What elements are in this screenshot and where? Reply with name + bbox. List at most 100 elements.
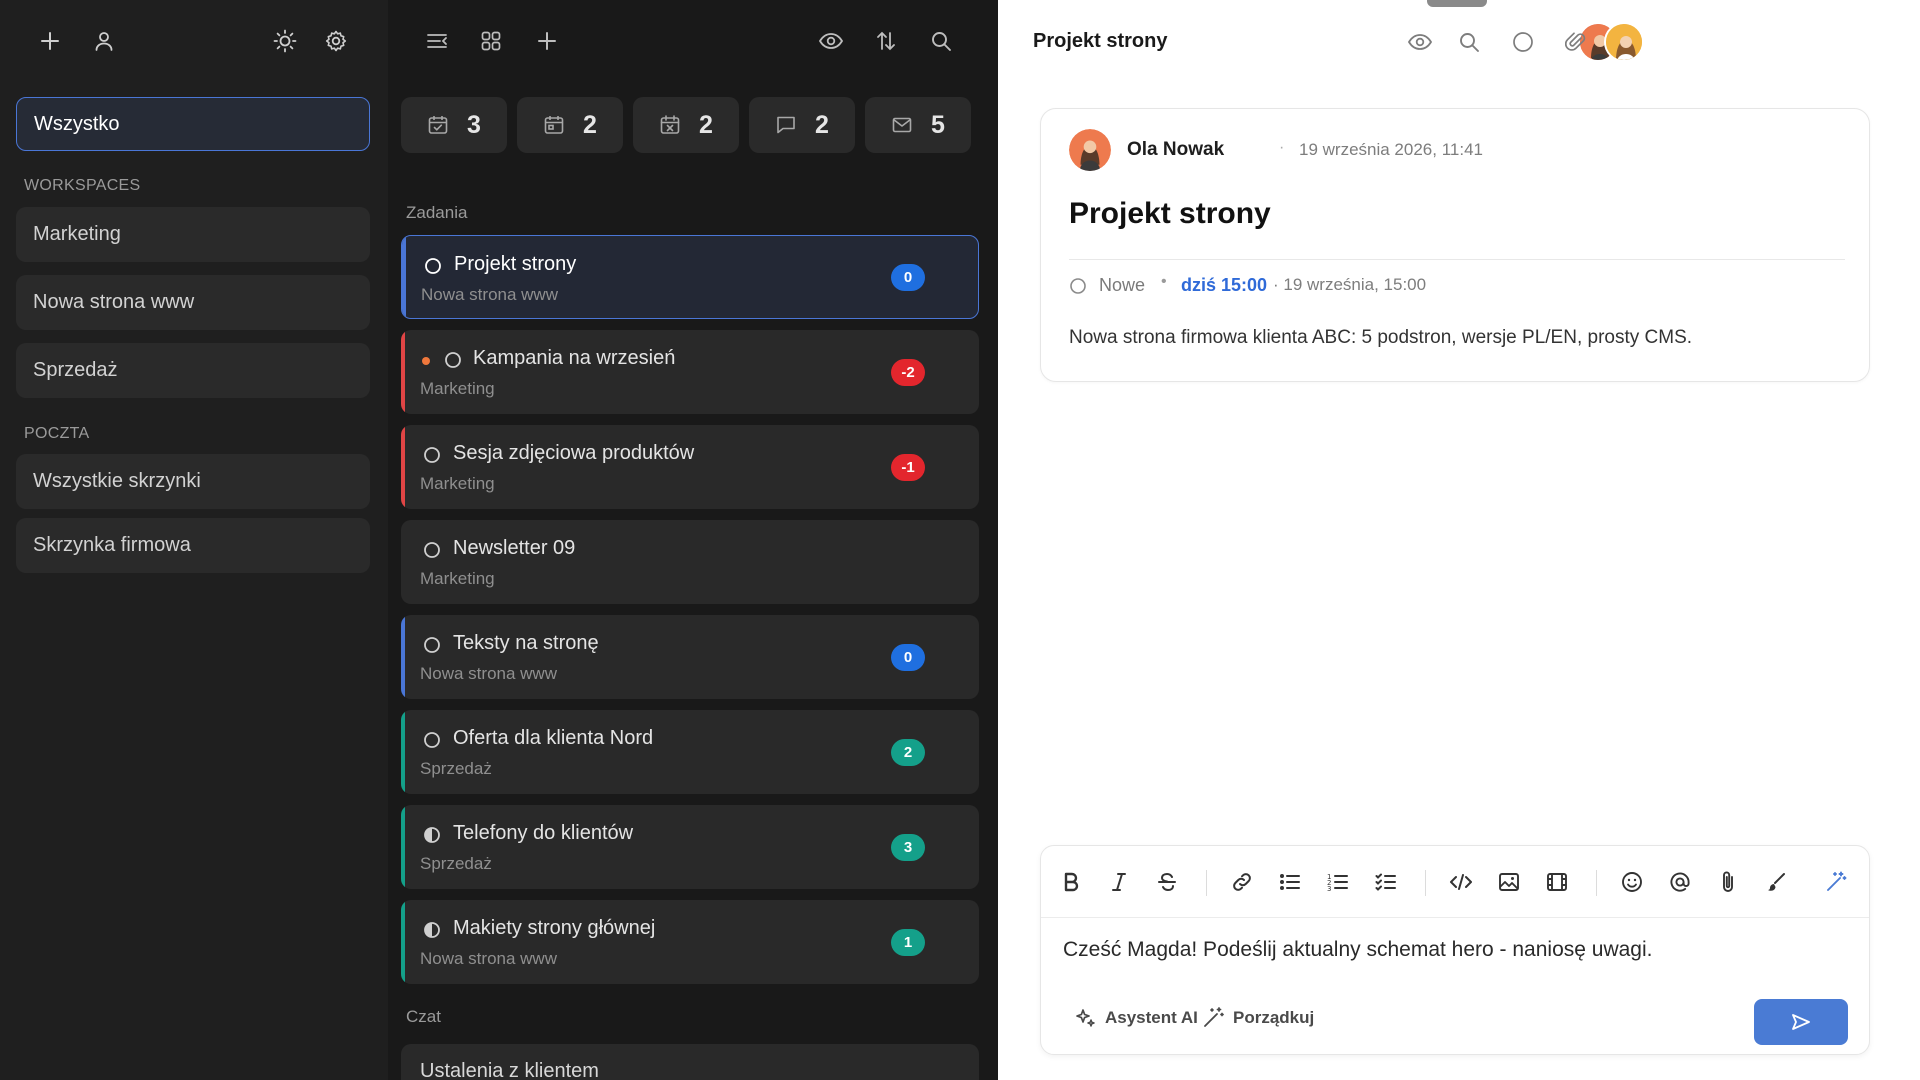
page-title: Projekt strony [1033,30,1168,52]
half-circle-icon[interactable] [423,826,441,844]
brush-icon[interactable] [1760,866,1792,898]
task-workspace: Sprzedaż [420,854,492,873]
toolbar-separator [1596,870,1597,896]
italic-icon[interactable] [1103,866,1135,898]
checklist-icon[interactable] [1370,866,1402,898]
magic-wand-icon [1201,1006,1225,1030]
task-row[interactable]: Kampania na wrzesień Marketing -2 [401,330,979,414]
collapse-menu-icon[interactable] [420,24,454,58]
add-icon[interactable] [33,24,67,58]
meta-separator: · [1279,139,1285,156]
chat-heading: Czat [406,1007,441,1026]
image-icon[interactable] [1493,866,1525,898]
task-row[interactable]: Newsletter 09 Marketing [401,520,979,604]
task-workspace: Nowa strona www [420,949,557,968]
circle-icon[interactable] [423,446,441,464]
mail-icon [891,114,913,136]
circle-icon[interactable] [1069,277,1087,295]
circle-icon[interactable] [423,541,441,559]
circle-icon[interactable] [423,731,441,749]
calendar-check-icon [427,114,449,136]
sidebar-item-sprzedaz[interactable]: Sprzedaż [16,343,370,398]
task-row[interactable]: Teksty na stronę Nowa strona www 0 [401,615,979,699]
grid-icon[interactable] [474,24,508,58]
magic-wand-icon[interactable] [1820,866,1852,898]
task-title: Makiety strony głównej [453,917,656,939]
task-card: Ola Nowak · 19 września 2026, 11:41 Proj… [1040,108,1870,382]
counter-value: 2 [815,110,829,139]
bold-icon[interactable] [1055,866,1087,898]
task-row[interactable]: Oferta dla klienta Nord Sprzedaż 2 [401,710,979,794]
add-task-icon[interactable] [530,24,564,58]
numbered-list-icon[interactable]: 123 [1322,866,1354,898]
task-accent [401,710,405,794]
counter-scheduled[interactable]: 3 [401,97,507,153]
sort-icon[interactable] [869,24,903,58]
search-icon[interactable] [924,24,958,58]
task-workspace: Nowa strona www [420,664,557,683]
svg-text:3: 3 [1327,885,1331,892]
task-title: Kampania na wrzesień [473,347,676,369]
user-icon[interactable] [87,24,121,58]
search-icon[interactable] [1453,26,1485,58]
video-icon[interactable] [1541,866,1573,898]
sidebar-item-all-mailboxes[interactable]: Wszystkie skrzynki [16,454,370,509]
sun-icon[interactable] [268,24,302,58]
task-badge: 3 [891,834,925,861]
eye-icon[interactable] [814,24,848,58]
ai-assistant-button[interactable]: Asystent AI [1073,1006,1198,1030]
task-row[interactable]: Makiety strony głównej Nowa strona www 1 [401,900,979,984]
mention-icon[interactable] [1664,866,1696,898]
code-icon[interactable] [1445,866,1477,898]
status-circle-icon[interactable] [1507,26,1539,58]
task-badge: 2 [891,739,925,766]
drag-handle[interactable] [1427,0,1487,7]
task-row[interactable]: Projekt strony Nowa strona www 0 [401,235,979,319]
counter-overdue[interactable]: 2 [633,97,739,153]
task-accent [401,900,405,984]
task-row[interactable]: Telefony do klientów Sprzedaż 3 [401,805,979,889]
counter-chats[interactable]: 2 [749,97,855,153]
gear-icon[interactable] [319,24,353,58]
link-icon[interactable] [1226,866,1258,898]
counter-today[interactable]: 2 [517,97,623,153]
paperclip-icon[interactable] [1560,26,1592,58]
task-title: Projekt strony [454,253,577,275]
task-workspace: Marketing [420,569,495,588]
due-date-full: · 19 września, 15:00 [1273,275,1427,294]
chat-row[interactable]: Ustalenia z klientem [401,1044,979,1080]
status-label[interactable]: Nowe [1099,275,1145,296]
comment-input[interactable]: Cześć Magda! Podeślij aktualny schemat h… [1063,938,1652,962]
sidebar-item-nowa-strona[interactable]: Nowa strona www [16,275,370,330]
send-icon [1791,1013,1811,1031]
sidebar-item-company-mailbox[interactable]: Skrzynka firmowa [16,518,370,573]
task-badge: 0 [891,644,925,671]
circle-icon[interactable] [423,636,441,654]
circle-icon[interactable] [444,351,462,369]
strikethrough-icon[interactable] [1151,866,1183,898]
task-title: Newsletter 09 [453,537,576,559]
tidy-button[interactable]: Porządkuj [1201,1006,1314,1030]
send-button[interactable] [1754,999,1848,1045]
eye-icon[interactable] [1404,26,1436,58]
task-accent [401,805,405,889]
chat-title: Ustalenia z klientem [420,1060,599,1080]
meta-separator: • [1161,273,1167,290]
filter-all[interactable]: Wszystko [16,97,370,151]
workspaces-heading: WORKSPACES [24,177,141,194]
due-date[interactable]: dziś 15:00 [1181,275,1267,296]
bullet-list-icon[interactable] [1274,866,1306,898]
half-circle-icon[interactable] [423,921,441,939]
toolbar-separator [1206,870,1207,896]
attachment-icon[interactable] [1712,866,1744,898]
task-accent [401,425,405,509]
counter-mail[interactable]: 5 [865,97,971,153]
toolbar-separator [1425,870,1426,896]
circle-icon[interactable] [424,257,442,275]
calendar-icon [543,114,565,136]
task-description: Nowa strona firmowa klienta ABC: 5 podst… [1069,327,1693,348]
sidebar-item-marketing[interactable]: Marketing [16,207,370,262]
sidebar-toolbar [0,24,388,62]
task-row[interactable]: Sesja zdjęciowa produktów Marketing -1 [401,425,979,509]
emoji-icon[interactable] [1616,866,1648,898]
